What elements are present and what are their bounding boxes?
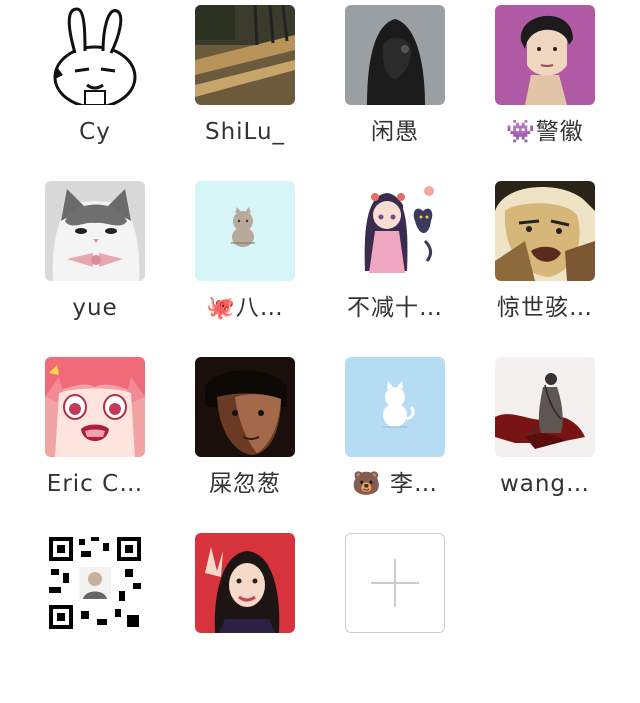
member-name: 不减十… <box>347 295 443 321</box>
add-member-button[interactable] <box>345 533 445 633</box>
member-cell-jingshi[interactable]: 惊世骇… <box>470 181 620 351</box>
member-cell-shihucong[interactable]: 屎忽葱 <box>170 357 320 527</box>
white-cat-avatar-image <box>345 357 445 457</box>
member-name: 闲愚 <box>371 119 419 145</box>
member-cell-eric[interactable]: Eric C… <box>20 357 170 527</box>
member-name: 👾警徽 <box>506 119 584 145</box>
member-cell-cy[interactable]: Cy <box>20 5 170 175</box>
member-cell-girl[interactable] <box>170 533 320 703</box>
member-name: ShiLu_ <box>204 119 286 145</box>
ink-painting-avatar-image <box>495 357 595 457</box>
member-name: Eric C… <box>46 471 144 497</box>
member-cell-ba[interactable]: 🐙八… <box>170 181 320 351</box>
add-member-cell[interactable] <box>320 533 470 703</box>
illustrated-man-avatar-image <box>495 5 595 105</box>
hooded-figure-avatar-image <box>345 5 445 105</box>
member-name: wang… <box>499 471 591 497</box>
member-name: 屎忽葱 <box>209 471 281 497</box>
member-cell-shilu[interactable]: ShiLu_ <box>170 5 320 175</box>
avatar-jinghui[interactable] <box>495 5 595 105</box>
avatar-ba[interactable] <box>195 181 295 281</box>
girl-photo-avatar-image <box>195 533 295 633</box>
avatar-bujian[interactable] <box>345 181 445 281</box>
member-name: 🐻 李… <box>352 471 438 497</box>
member-cell-li[interactable]: 🐻 李… <box>320 357 470 527</box>
avatar-yue[interactable] <box>45 181 145 281</box>
avatar-eric[interactable] <box>45 357 145 457</box>
street-photo-avatar-image <box>195 5 295 105</box>
dark-portrait-avatar-image <box>195 357 295 457</box>
avatar-girl-photo[interactable] <box>195 533 295 633</box>
member-name: Cy <box>79 119 111 145</box>
avatar-wang[interactable] <box>495 357 595 457</box>
avatar-shilu[interactable] <box>195 5 295 105</box>
group-member-grid: Cy ShiLu_ 闲愚 👾警徽 yue 🐙八… 不减十… 惊世骇… Eric … <box>0 0 640 640</box>
qr-code-avatar-image <box>45 533 145 633</box>
avatar-li[interactable] <box>345 357 445 457</box>
avatar-xianyu[interactable] <box>345 5 445 105</box>
avatar-cy[interactable] <box>45 5 145 105</box>
member-cell-xianyu[interactable]: 闲愚 <box>320 5 470 175</box>
member-name: yue <box>72 295 118 321</box>
avatar-qr-code[interactable] <box>45 533 145 633</box>
member-cell-yue[interactable]: yue <box>20 181 170 351</box>
member-cell-bujian[interactable]: 不减十… <box>320 181 470 351</box>
manga-face-avatar-image <box>495 181 595 281</box>
member-cell-jinghui[interactable]: 👾警徽 <box>470 5 620 175</box>
avatar-shihucong[interactable] <box>195 357 295 457</box>
member-cell-qr[interactable] <box>20 533 170 703</box>
avatar-jingshi[interactable] <box>495 181 595 281</box>
bunny-avatar-image <box>45 5 145 105</box>
pink-hair-anime-avatar-image <box>45 357 145 457</box>
anime-girl-avatar-image <box>345 181 445 281</box>
small-cat-cartoon-avatar-image <box>195 181 295 281</box>
cat-avatar-image <box>45 181 145 281</box>
member-cell-wang[interactable]: wang… <box>470 357 620 527</box>
plus-icon-vertical <box>394 559 396 607</box>
member-name: 🐙八… <box>206 295 284 321</box>
member-name: 惊世骇… <box>497 295 593 321</box>
